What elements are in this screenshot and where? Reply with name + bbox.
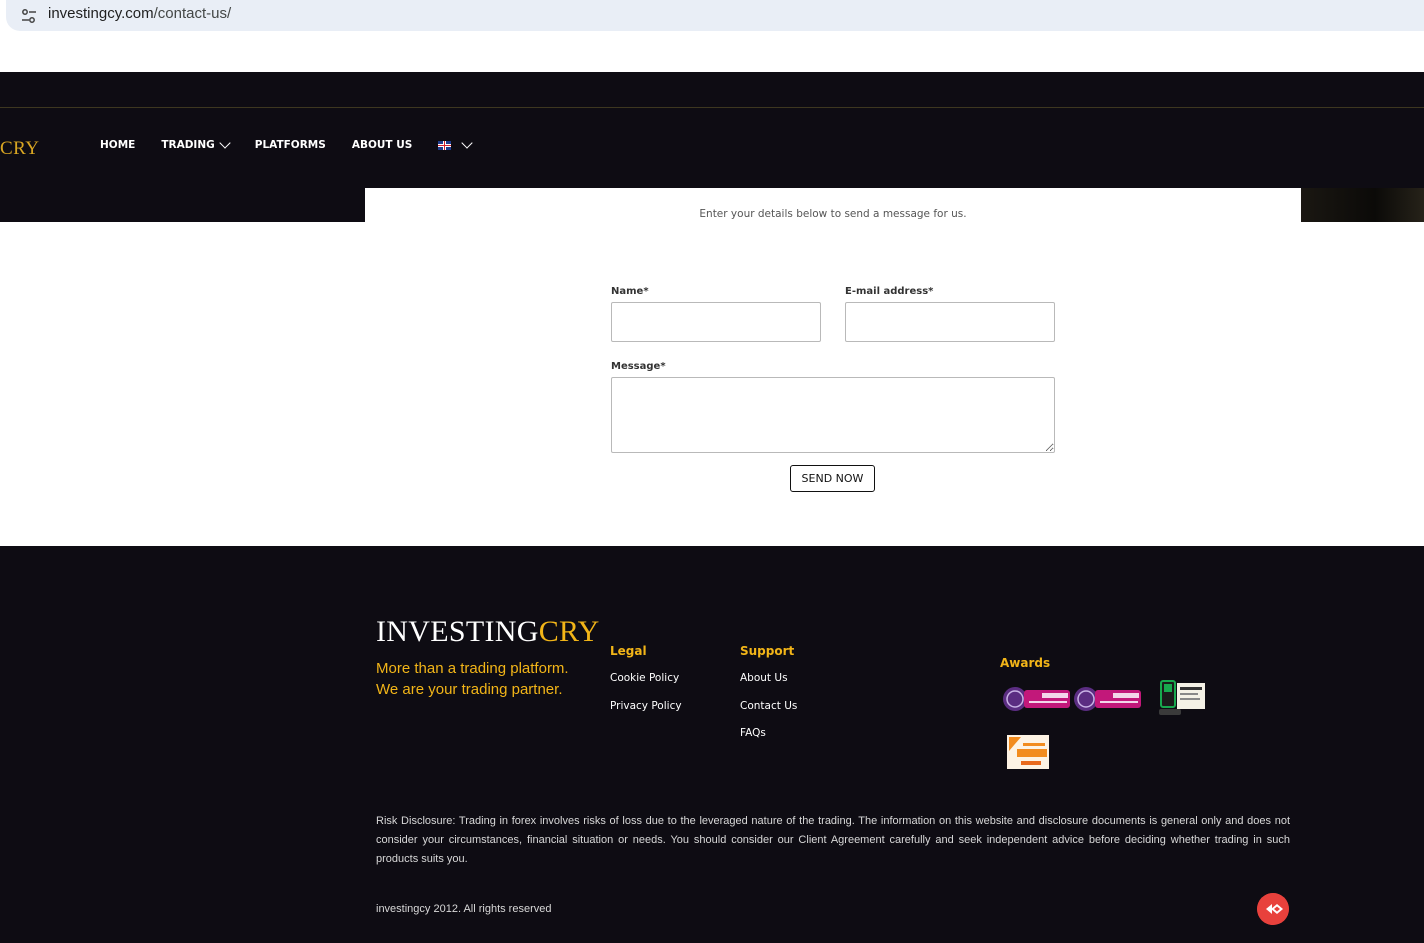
award-badge-2 [1074, 687, 1141, 711]
awards-title: Awards [1000, 656, 1051, 670]
browser-bar: investingcy.com/contact-us/ [0, 0, 1424, 72]
privacy-policy-link[interactable]: Privacy Policy [610, 700, 682, 712]
faqs-link[interactable]: FAQs [740, 727, 766, 739]
site-settings-icon[interactable] [20, 7, 38, 25]
hero-image-edge [1301, 188, 1424, 222]
message-label: Message* [611, 361, 666, 372]
award-trophy-badge [1159, 680, 1205, 715]
legal-title: Legal [610, 644, 647, 658]
contact-card: Enter your details below to send a messa… [365, 188, 1301, 222]
footer-logo-main: INVESTING [376, 615, 539, 648]
chevron-down-icon [461, 136, 473, 149]
nav-home[interactable]: HOME [100, 139, 135, 151]
footer-logo-accent: CRY [538, 615, 600, 648]
url-path: /contact-us/ [153, 5, 232, 22]
nav-about-label: ABOUT US [351, 139, 413, 151]
support-title: Support [740, 644, 795, 658]
nav-about-us[interactable]: ABOUT US [352, 139, 413, 151]
site-logo[interactable]: CRY [0, 138, 40, 160]
language-selector[interactable] [438, 136, 473, 150]
nav-platforms[interactable]: PLATFORMS [255, 139, 326, 151]
name-label: Name* [611, 286, 649, 297]
footer-tagline: More than a trading platform. We are you… [376, 658, 569, 700]
message-field[interactable] [611, 377, 1055, 453]
footer-logo[interactable]: INVESTINGCRY [376, 615, 600, 649]
footer [0, 546, 1424, 943]
uk-flag-icon [438, 140, 452, 150]
url-text[interactable]: investingcy.com/contact-us/ [48, 5, 231, 22]
chat-widget-button[interactable] [1257, 893, 1289, 925]
url-domain: investingcy.com [48, 5, 154, 22]
risk-disclosure: Risk Disclosure: Trading in forex involv… [376, 815, 1290, 865]
email-field[interactable] [845, 302, 1055, 342]
send-now-button[interactable]: SEND NOW [790, 465, 875, 492]
award-trader-badge [1007, 735, 1049, 769]
tagline-line-2: We are your trading partner. [376, 681, 563, 698]
nav-platforms-label: PLATFORMS [254, 139, 326, 151]
name-field[interactable] [611, 302, 821, 342]
tagline-line-1: More than a trading platform. [376, 660, 569, 677]
award-badge-1 [1003, 687, 1070, 711]
contact-subtitle: Enter your details below to send a messa… [699, 208, 967, 220]
chevron-down-icon [219, 136, 231, 149]
header-top-bar [0, 72, 1424, 108]
about-us-link[interactable]: About Us [740, 672, 788, 684]
email-label: E-mail address* [845, 286, 934, 297]
nav-home-label: HOME [100, 139, 136, 151]
nav-trading[interactable]: TRADING [161, 136, 231, 151]
main-nav: HOME TRADING PLATFORMS ABOUT US [100, 136, 497, 151]
address-bar[interactable]: investingcy.com/contact-us/ [6, 0, 1424, 31]
cookie-policy-link[interactable]: Cookie Policy [610, 672, 679, 684]
nav-trading-label: TRADING [161, 139, 215, 151]
copyright-text: investingcy 2012. All rights reserved [376, 903, 552, 915]
contact-us-link[interactable]: Contact Us [740, 700, 797, 712]
